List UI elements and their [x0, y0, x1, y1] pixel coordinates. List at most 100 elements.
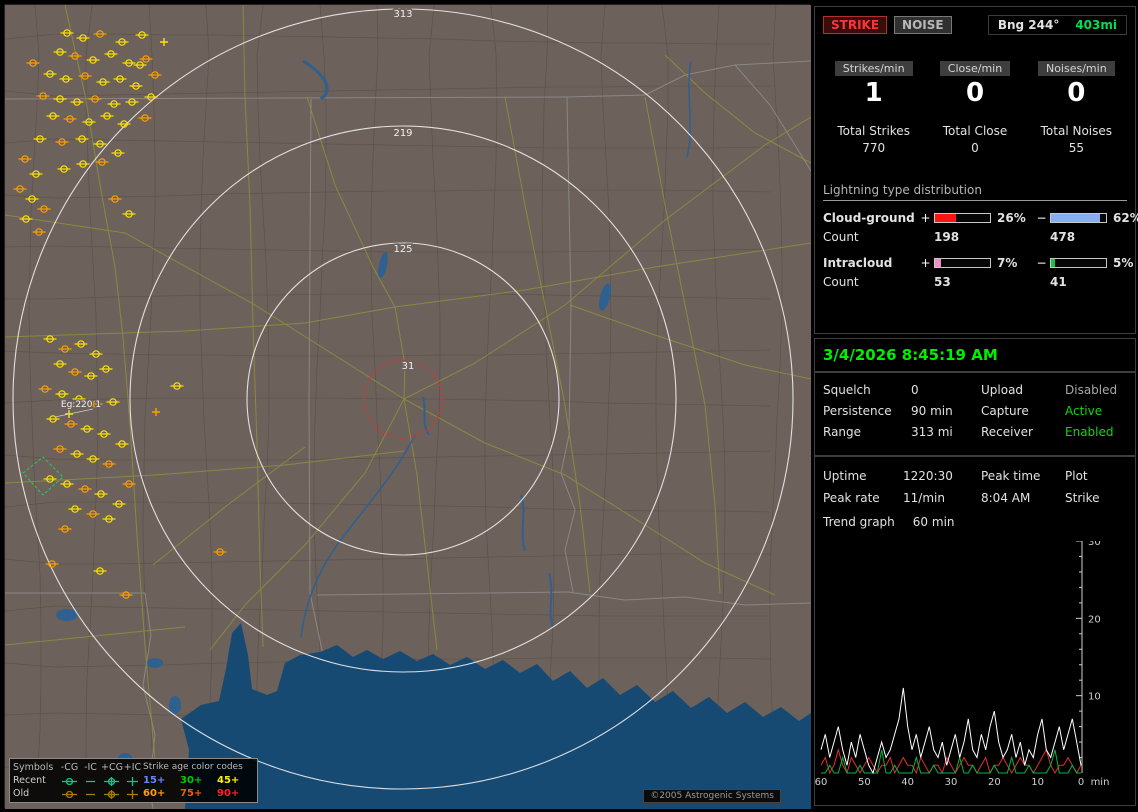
cg-pos-count: 198 [934, 230, 960, 244]
minus-sign: − [1036, 256, 1047, 270]
ring-label-125: 125 [393, 244, 412, 255]
upload-status: Disabled [1065, 383, 1118, 397]
plot-mode-value: Strike [1065, 491, 1100, 505]
squelch-label: Squelch [823, 383, 871, 397]
capture-label: Capture [981, 404, 1029, 418]
bearing-label: Bng 244° [997, 18, 1060, 32]
uptime-grid: Uptime 1220:30 Peak time Plot Peak rate … [823, 465, 1127, 509]
cg-neg-bar [1050, 213, 1107, 223]
trend-x-tick: 0 [1077, 777, 1085, 788]
age-90: 90+ [217, 788, 240, 799]
cloud-ground-label: Cloud-ground [823, 211, 915, 225]
peak-rate-value: 11/min [903, 491, 945, 505]
age-45: 45+ [217, 775, 240, 786]
trend-graph-label: Trend graph [823, 515, 895, 529]
bearing-distance: 403mi [1075, 18, 1117, 32]
total-noises-value: 55 [1068, 141, 1084, 155]
count-label: Count [823, 230, 859, 244]
neg-cg-symbol-old-icon [59, 788, 80, 800]
map-annotation: Eg:220 1 [61, 400, 101, 410]
legend-row-old-label: Old [13, 788, 30, 799]
strike-indicator[interactable]: STRIKE [823, 16, 888, 34]
cg-pos-bar [934, 213, 991, 223]
age-75: 75+ [180, 788, 203, 799]
total-values-row: 770 0 55 [823, 141, 1127, 155]
ic-pos-count: 53 [934, 275, 951, 289]
svg-text:10: 10 [1088, 692, 1101, 703]
squelch-value: 0 [911, 383, 919, 397]
cloud-ground-count-row: Count 198 478 [823, 230, 1127, 244]
legend-row-recent-label: Recent [13, 775, 46, 786]
age-60: 60+ [143, 788, 166, 799]
trend-graph: 10 20 30 min 60 50 40 30 20 10 0 [815, 541, 1133, 803]
pos-ic-symbol-old-icon [122, 788, 143, 800]
lightning-map: 313 219 125 31 Eg:220 1 Symbols -CG -IC … [4, 4, 811, 809]
pos-cg-symbol-old-icon [101, 788, 122, 800]
legend-age-title: Strike age color codes [143, 762, 243, 772]
trend-x-tick: 40 [901, 777, 915, 788]
map-canvas: 313 219 125 31 Eg:220 1 [5, 5, 811, 809]
receiver-label: Receiver [981, 425, 1033, 439]
minus-sign: − [1036, 211, 1047, 225]
pos-ic-symbol-icon [122, 775, 143, 787]
persistence-label: Persistence [823, 404, 892, 418]
copyright-notice: ©2005 Astrogenic Systems [643, 789, 781, 803]
plot-label: Plot [1065, 469, 1088, 483]
receiver-status-section: Squelch 0 Upload Disabled Persistence 90… [814, 372, 1136, 456]
cg-pos-pct: 26% [997, 211, 1026, 225]
ring-label-31: 31 [402, 361, 415, 372]
receiver-status: Enabled [1065, 425, 1114, 439]
indicator-row: STRIKE NOISE Bng 244° 403mi [823, 15, 1127, 35]
cloud-ground-row: Cloud-ground + 26% − 62% [823, 211, 1138, 225]
svg-text:30: 30 [1088, 541, 1101, 548]
status-panel: STRIKE NOISE Bng 244° 403mi Strikes/min … [814, 6, 1138, 806]
legend-col-pos-cg: +CG [101, 762, 123, 773]
trend-x-tick: 60 [814, 777, 828, 788]
pos-cg-symbol-icon [101, 775, 122, 787]
plus-sign: + [920, 256, 931, 270]
counters-section: STRIKE NOISE Bng 244° 403mi Strikes/min … [814, 6, 1138, 334]
svg-text:20: 20 [1088, 614, 1101, 625]
strikes-per-min-label: Strikes/min [834, 61, 913, 76]
symbols-legend: Symbols -CG -IC +CG +IC Strike age color… [9, 758, 258, 803]
ic-pos-bar [934, 258, 991, 268]
ic-pos-pct: 7% [997, 256, 1018, 270]
trend-plot-canvas: 10 20 30 [820, 541, 1101, 775]
ic-neg-pct: 5% [1113, 256, 1134, 270]
bearing-readout: Bng 244° 403mi [987, 15, 1127, 35]
ring-label-219: 219 [393, 128, 412, 139]
trend-x-tick: 50 [857, 777, 871, 788]
neg-cg-symbol-icon [59, 775, 80, 787]
neg-ic-symbol-icon [80, 775, 101, 787]
uptime-value: 1220:30 [903, 469, 953, 483]
close-per-min-label: Close/min [939, 61, 1011, 76]
total-strikes-label: Total Strikes [837, 124, 910, 138]
peak-time-label: Peak time [981, 469, 1041, 483]
cg-neg-pct: 62% [1113, 211, 1138, 225]
date-time: 3/4/2026 8:45:19 AM [823, 346, 998, 364]
total-close-label: Total Close [942, 124, 1008, 138]
distribution-title: Lightning type distribution [823, 183, 1127, 201]
noises-per-min-label: Noises/min [1037, 61, 1115, 76]
noise-indicator[interactable]: NOISE [894, 16, 952, 34]
ring-label-313: 313 [393, 9, 412, 20]
count-label: Count [823, 275, 859, 289]
peak-rate-label: Peak rate [823, 491, 880, 505]
age-15: 15+ [143, 775, 166, 786]
plus-sign: + [920, 211, 931, 225]
noises-per-min-value: 0 [1067, 78, 1086, 108]
total-close-value: 0 [971, 141, 979, 155]
close-per-min-value: 0 [965, 78, 985, 108]
legend-col-pos-ic: +IC [123, 762, 142, 773]
legend-symbols-header: Symbols [13, 762, 54, 773]
total-noises-label: Total Noises [1040, 124, 1113, 138]
neg-ic-symbol-old-icon [80, 788, 101, 800]
clock-section: 3/4/2026 8:45:19 AM [814, 338, 1136, 372]
peak-time-value: 8:04 AM [981, 491, 1031, 505]
app-window: 313 219 125 31 Eg:220 1 Symbols -CG -IC … [0, 0, 1138, 812]
legend-col-neg-cg: -CG [60, 762, 79, 773]
trend-x-tick: 30 [944, 777, 958, 788]
capture-status: Active [1065, 404, 1103, 418]
trend-window-value: 60 min [912, 515, 955, 529]
intracloud-count-row: Count 53 41 [823, 275, 1127, 289]
